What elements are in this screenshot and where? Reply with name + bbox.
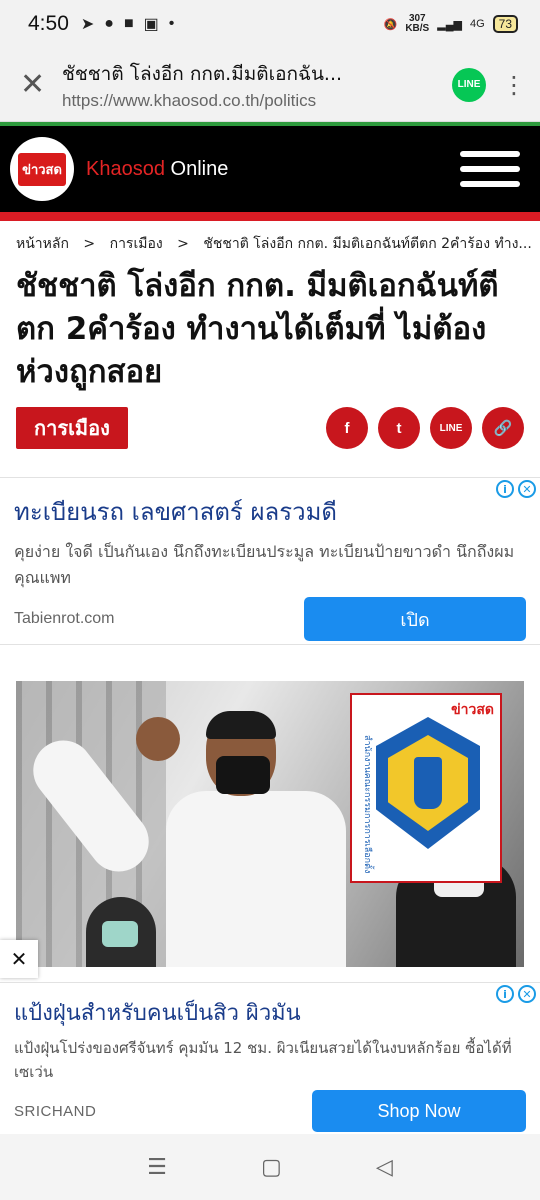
system-icons: 🔕 307 KB/S ▂▄▆ 4G 73 bbox=[384, 14, 518, 34]
ad-domain: SRICHAND bbox=[14, 1102, 97, 1120]
ad-open-button[interactable]: เปิด bbox=[304, 597, 526, 641]
ad-banner-tabienrot[interactable]: i ✕ ทะเบียนรถ เลขศาสตร์ ผลรวมดี คุยง่าย … bbox=[0, 477, 540, 645]
hamburger-menu-icon[interactable] bbox=[460, 151, 520, 187]
breadcrumb-separator: > bbox=[177, 236, 189, 252]
breadcrumb-current: ชัชชาติ โล่งอีก กกต. มีมติเอกฉันท์ตีตก 2… bbox=[203, 236, 532, 252]
ad-footer: Tabienrot.com เปิด bbox=[14, 597, 526, 641]
ad-info-icon[interactable]: i bbox=[496, 480, 514, 498]
status-bar: 4:50 ➤ ● ■ ▣ • 🔕 307 KB/S ▂▄▆ 4G 73 bbox=[0, 0, 540, 48]
network-type: 4G bbox=[469, 18, 485, 30]
site-logo[interactable]: ข่าวสด bbox=[10, 137, 74, 201]
ad-shop-now-button[interactable]: Shop Now bbox=[312, 1090, 526, 1132]
ad-close-icon[interactable]: ✕ bbox=[518, 985, 536, 1003]
more-dot-icon: • bbox=[168, 15, 175, 32]
header-divider bbox=[0, 212, 540, 221]
browser-toolbar: ✕ ชัชชาติ โล่งอีก กกต.มีมติเอกฉัน... htt… bbox=[0, 48, 540, 122]
network-speed: 307 KB/S bbox=[405, 13, 430, 34]
breadcrumb-section[interactable]: การเมือง bbox=[110, 236, 163, 252]
ad-info-icon[interactable]: i bbox=[496, 985, 514, 1003]
photo-watermark: ข่าวสด bbox=[451, 702, 494, 718]
recent-apps-icon[interactable]: ☰ bbox=[147, 1155, 167, 1180]
ad-banner-srichand[interactable]: i ✕ แป้งฝุ่นสำหรับคนเป็นสิว ผิวมัน แป้งฝ… bbox=[0, 982, 540, 1132]
system-nav-bar: ☰ ▢ ◁ bbox=[0, 1134, 540, 1200]
battery-icon: 73 bbox=[492, 15, 518, 33]
more-options-icon[interactable]: ⋮ bbox=[502, 71, 526, 99]
ad-description: คุยง่าย ใจดี เป็นกันเอง นึกถึงทะเบียนประ… bbox=[14, 542, 515, 587]
page-title: ชัชชาติ โล่งอีก กกต.มีมติเอกฉัน... bbox=[62, 62, 343, 85]
ad-title[interactable]: ทะเบียนรถ เลขศาสตร์ ผลรวมดี bbox=[14, 492, 526, 531]
line-share-button[interactable]: LINE bbox=[430, 407, 472, 449]
close-icon[interactable]: ✕ bbox=[20, 67, 50, 102]
ad-footer: SRICHAND Shop Now bbox=[14, 1090, 526, 1132]
ad-close-icon[interactable]: ✕ bbox=[518, 480, 536, 498]
photo-main-person bbox=[21, 711, 346, 967]
shop-notif-icon: ▣ bbox=[143, 16, 159, 33]
article-photo: ข่าวสด สำนักงานคณะกรรมการการเลือกตั้ง bbox=[16, 681, 524, 967]
status-time: 4:50 bbox=[28, 12, 69, 35]
notification-icons: ➤ ● ■ ▣ • bbox=[81, 14, 174, 34]
ad-description: แป้งฝุ่นโปร่งของศรีจันทร์ คุมมัน 12 ชม. … bbox=[14, 1039, 512, 1081]
breadcrumb-separator: > bbox=[83, 236, 96, 252]
site-name[interactable]: Khaosod Online bbox=[86, 158, 228, 181]
ad-domain: Tabienrot.com bbox=[14, 610, 115, 627]
floating-close-icon[interactable]: ✕ bbox=[0, 940, 38, 978]
facebook-share-icon[interactable]: f bbox=[326, 407, 368, 449]
ect-emblem: ข่าวสด สำนักงานคณะกรรมการการเลือกตั้ง bbox=[350, 693, 502, 883]
twitter-share-icon[interactable]: t bbox=[378, 407, 420, 449]
line-share-icon[interactable]: LINE bbox=[452, 67, 486, 102]
signal-icon: ▂▄▆ bbox=[437, 18, 462, 31]
share-buttons: f t LINE 🔗 bbox=[326, 407, 524, 449]
breadcrumb: หน้าหลัก > การเมือง > ชัชชาติ โล่งอีก กก… bbox=[0, 221, 540, 257]
ad-title[interactable]: แป้งฝุ่นสำหรับคนเป็นสิว ผิวมัน bbox=[14, 995, 526, 1030]
article-meta: การเมือง f t LINE 🔗 bbox=[0, 399, 540, 453]
site-header: ข่าวสด Khaosod Online bbox=[0, 126, 540, 212]
back-icon[interactable]: ◁ bbox=[376, 1155, 393, 1180]
ad-choices[interactable]: i ✕ bbox=[496, 985, 536, 1003]
line-notif-icon: ● bbox=[104, 15, 114, 32]
article-headline: ชัชชาติ โล่งอีก กกต. มีมติเอกฉันท์ตีตก 2… bbox=[16, 268, 499, 390]
copy-link-icon[interactable]: 🔗 bbox=[482, 407, 524, 449]
breadcrumb-home[interactable]: หน้าหลัก bbox=[16, 236, 69, 252]
category-button[interactable]: การเมือง bbox=[16, 407, 128, 449]
page-url: https://www.khaosod.co.th/politics bbox=[62, 90, 317, 110]
ad-choices[interactable]: i ✕ bbox=[496, 480, 536, 498]
logo-text: ข่าวสด bbox=[18, 152, 66, 186]
address-bar[interactable]: ชัชชาติ โล่งอีก กกต.มีมติเอกฉัน... https… bbox=[62, 59, 436, 111]
app-notif-icon: ■ bbox=[123, 15, 134, 32]
home-icon[interactable]: ▢ bbox=[261, 1155, 282, 1180]
telegram-icon: ➤ bbox=[80, 16, 95, 33]
mute-icon: 🔕 bbox=[383, 18, 398, 31]
emblem-text: สำนักงานคณะกรรมการการเลือกตั้ง bbox=[362, 735, 372, 874]
